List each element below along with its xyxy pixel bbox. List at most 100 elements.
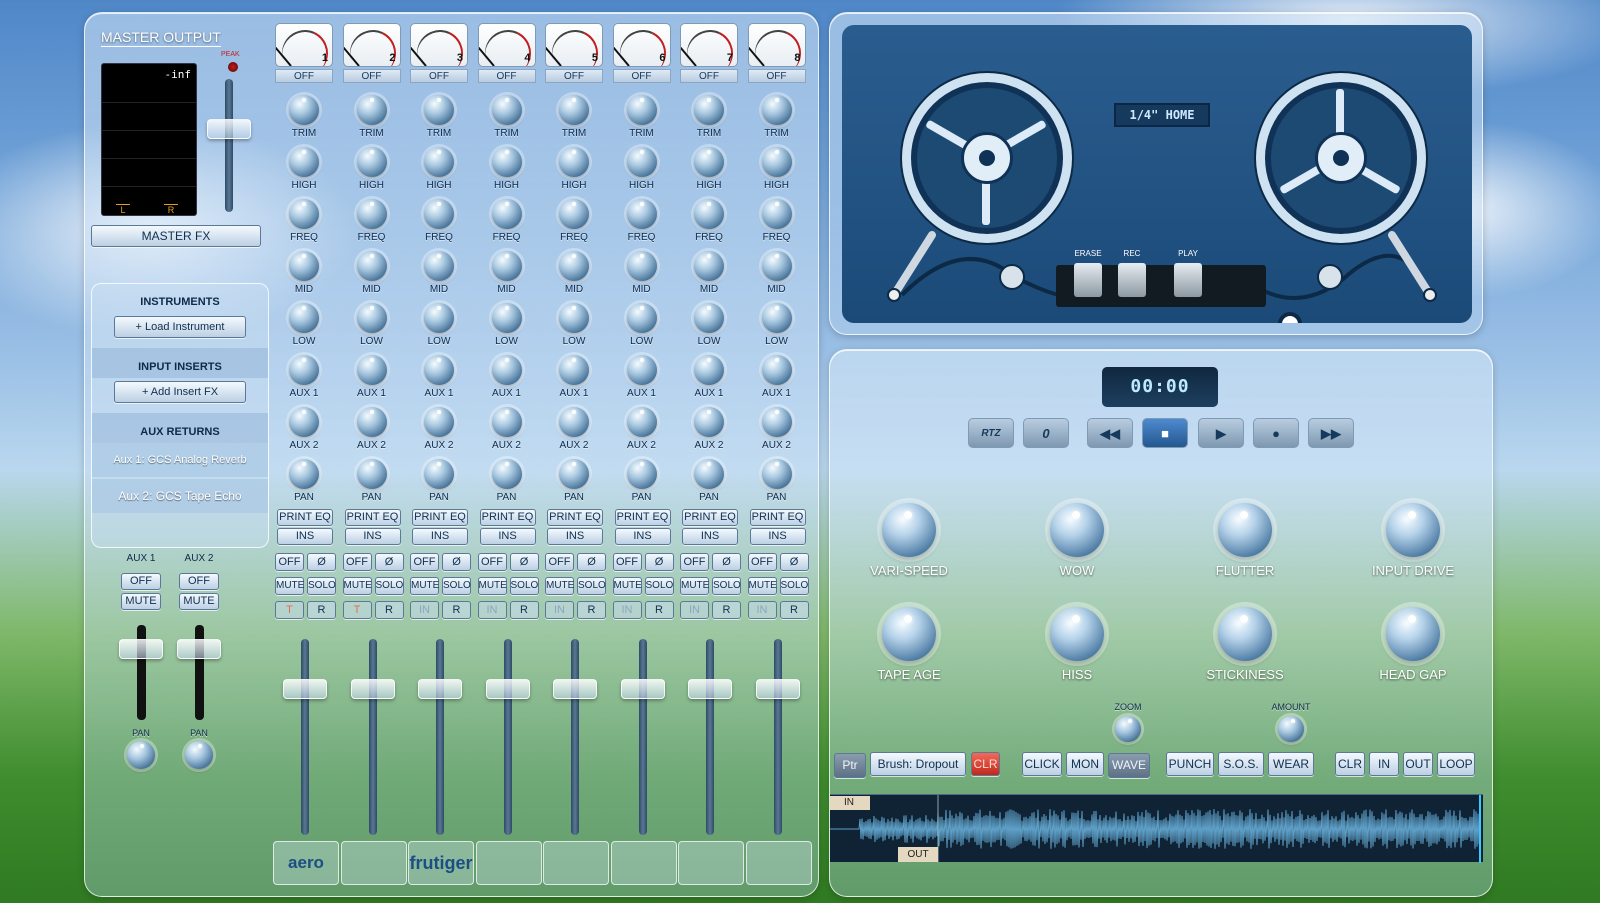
channel-aux2-knob[interactable]	[626, 407, 657, 437]
channel-low-knob[interactable]	[626, 303, 657, 333]
channel-trim-knob[interactable]	[626, 95, 657, 125]
channel-name-strip[interactable]	[610, 841, 677, 885]
print-eq-button[interactable]: PRINT EQ	[749, 509, 806, 526]
tape-param-knob[interactable]	[1218, 607, 1272, 661]
wave-button[interactable]: WAVE	[1108, 753, 1150, 778]
aux2-pan-knob[interactable]	[185, 741, 213, 769]
channel-mid-knob[interactable]	[491, 251, 522, 281]
channel-name-strip[interactable]	[745, 841, 812, 885]
print-eq-button[interactable]: PRINT EQ	[344, 509, 401, 526]
channel-name-strip[interactable]	[475, 841, 542, 885]
mute-button[interactable]: MUTE	[680, 577, 709, 595]
channel-mid-knob[interactable]	[289, 251, 319, 281]
print-eq-button[interactable]: PRINT EQ	[412, 509, 468, 526]
channel-input-off[interactable]: OFF	[680, 69, 738, 83]
solo-button[interactable]: SOLO	[307, 577, 336, 595]
solo-button[interactable]: SOLO	[712, 577, 741, 595]
insert-button[interactable]: INS	[547, 528, 603, 545]
solo-button[interactable]: SOLO	[779, 577, 809, 595]
phase-invert-button[interactable]: Ø	[374, 553, 404, 571]
tape-param-knob[interactable]	[1050, 607, 1104, 661]
channel-name-strip[interactable]: aero	[273, 841, 339, 885]
channel-aux1-knob[interactable]	[694, 355, 724, 385]
insert-button[interactable]: INS	[412, 528, 468, 545]
input-mode-button[interactable]: IN	[477, 601, 507, 619]
channel-aux2-knob[interactable]	[694, 407, 724, 437]
wear-button[interactable]: WEAR	[1268, 752, 1314, 776]
channel-fader-handle[interactable]	[485, 679, 530, 699]
channel-mid-knob[interactable]	[559, 251, 589, 281]
mute-button[interactable]: MUTE	[342, 577, 372, 595]
channel-pan-knob[interactable]	[491, 459, 522, 489]
mute-button[interactable]: MUTE	[612, 577, 642, 595]
channel-freq-knob[interactable]	[424, 199, 454, 229]
channel-aux1-knob[interactable]	[491, 355, 522, 385]
channel-off-button[interactable]: OFF	[477, 553, 507, 571]
channel-low-knob[interactable]	[491, 303, 522, 333]
channel-low-knob[interactable]	[289, 303, 319, 333]
solo-button[interactable]: SOLO	[374, 577, 404, 595]
channel-low-knob[interactable]	[356, 303, 387, 333]
phase-invert-button[interactable]: Ø	[779, 553, 809, 571]
channel-fader-handle[interactable]	[283, 679, 327, 699]
channel-mid-knob[interactable]	[694, 251, 724, 281]
channel-trim-knob[interactable]	[289, 95, 319, 125]
mute-button[interactable]: MUTE	[477, 577, 507, 595]
channel-pan-knob[interactable]	[626, 459, 657, 489]
aux1-fader-handle[interactable]	[119, 639, 163, 659]
solo-button[interactable]: SOLO	[442, 577, 471, 595]
insert-button[interactable]: INS	[749, 528, 806, 545]
tape-param-knob[interactable]	[882, 607, 936, 661]
record-arm-button[interactable]: R	[307, 601, 336, 619]
channel-pan-knob[interactable]	[289, 459, 319, 489]
channel-off-button[interactable]: OFF	[545, 553, 574, 571]
channel-fader-handle[interactable]	[620, 679, 665, 699]
aux1-off-button[interactable]: OFF	[121, 573, 161, 590]
tape-param-knob[interactable]	[1050, 503, 1104, 557]
print-eq-button[interactable]: PRINT EQ	[479, 509, 536, 526]
phase-invert-button[interactable]: Ø	[577, 553, 606, 571]
channel-trim-knob[interactable]	[694, 95, 724, 125]
channel-name-strip[interactable]	[543, 841, 609, 885]
record-arm-button[interactable]: R	[442, 601, 471, 619]
channel-off-button[interactable]: OFF	[612, 553, 642, 571]
channel-name-strip[interactable]: frutiger	[408, 841, 474, 885]
in-marker-flag[interactable]: IN	[830, 796, 870, 810]
print-eq-button[interactable]: PRINT EQ	[277, 509, 333, 526]
channel-input-off[interactable]: OFF	[342, 69, 401, 83]
clear-markers-button[interactable]: CLR	[1335, 752, 1365, 776]
channel-aux2-knob[interactable]	[424, 407, 454, 437]
channel-pan-knob[interactable]	[356, 459, 387, 489]
aux2-return-item[interactable]: Aux 2: GCS Tape Echo	[92, 479, 268, 513]
out-marker-flag[interactable]: OUT	[898, 847, 938, 862]
solo-button[interactable]: SOLO	[577, 577, 606, 595]
channel-aux1-knob[interactable]	[356, 355, 387, 385]
channel-input-off[interactable]: OFF	[477, 69, 536, 83]
aux2-fader-handle[interactable]	[177, 639, 221, 659]
channel-mid-knob[interactable]	[761, 251, 792, 281]
channel-high-knob[interactable]	[424, 147, 454, 177]
channel-off-button[interactable]: OFF	[410, 553, 439, 571]
record-arm-button[interactable]: R	[577, 601, 606, 619]
channel-mid-knob[interactable]	[356, 251, 387, 281]
mute-button[interactable]: MUTE	[747, 577, 777, 595]
input-mode-button[interactable]: IN	[410, 601, 439, 619]
print-eq-button[interactable]: PRINT EQ	[614, 509, 671, 526]
channel-high-knob[interactable]	[356, 147, 387, 177]
input-mode-button[interactable]: IN	[612, 601, 642, 619]
tape-param-knob[interactable]	[882, 503, 936, 557]
brush-dropout-button[interactable]: Brush: Dropout	[870, 752, 966, 776]
channel-freq-knob[interactable]	[356, 199, 387, 229]
aux2-off-button[interactable]: OFF	[179, 573, 219, 590]
waveform-display[interactable]: IN OUT	[830, 794, 1483, 863]
channel-aux1-knob[interactable]	[289, 355, 319, 385]
channel-off-button[interactable]: OFF	[342, 553, 372, 571]
channel-fader-handle[interactable]	[688, 679, 732, 699]
channel-trim-knob[interactable]	[356, 95, 387, 125]
channel-input-off[interactable]: OFF	[410, 69, 468, 83]
input-mode-button[interactable]: T	[275, 601, 304, 619]
channel-trim-knob[interactable]	[491, 95, 522, 125]
channel-off-button[interactable]: OFF	[747, 553, 777, 571]
print-eq-button[interactable]: PRINT EQ	[547, 509, 603, 526]
mute-button[interactable]: MUTE	[275, 577, 304, 595]
